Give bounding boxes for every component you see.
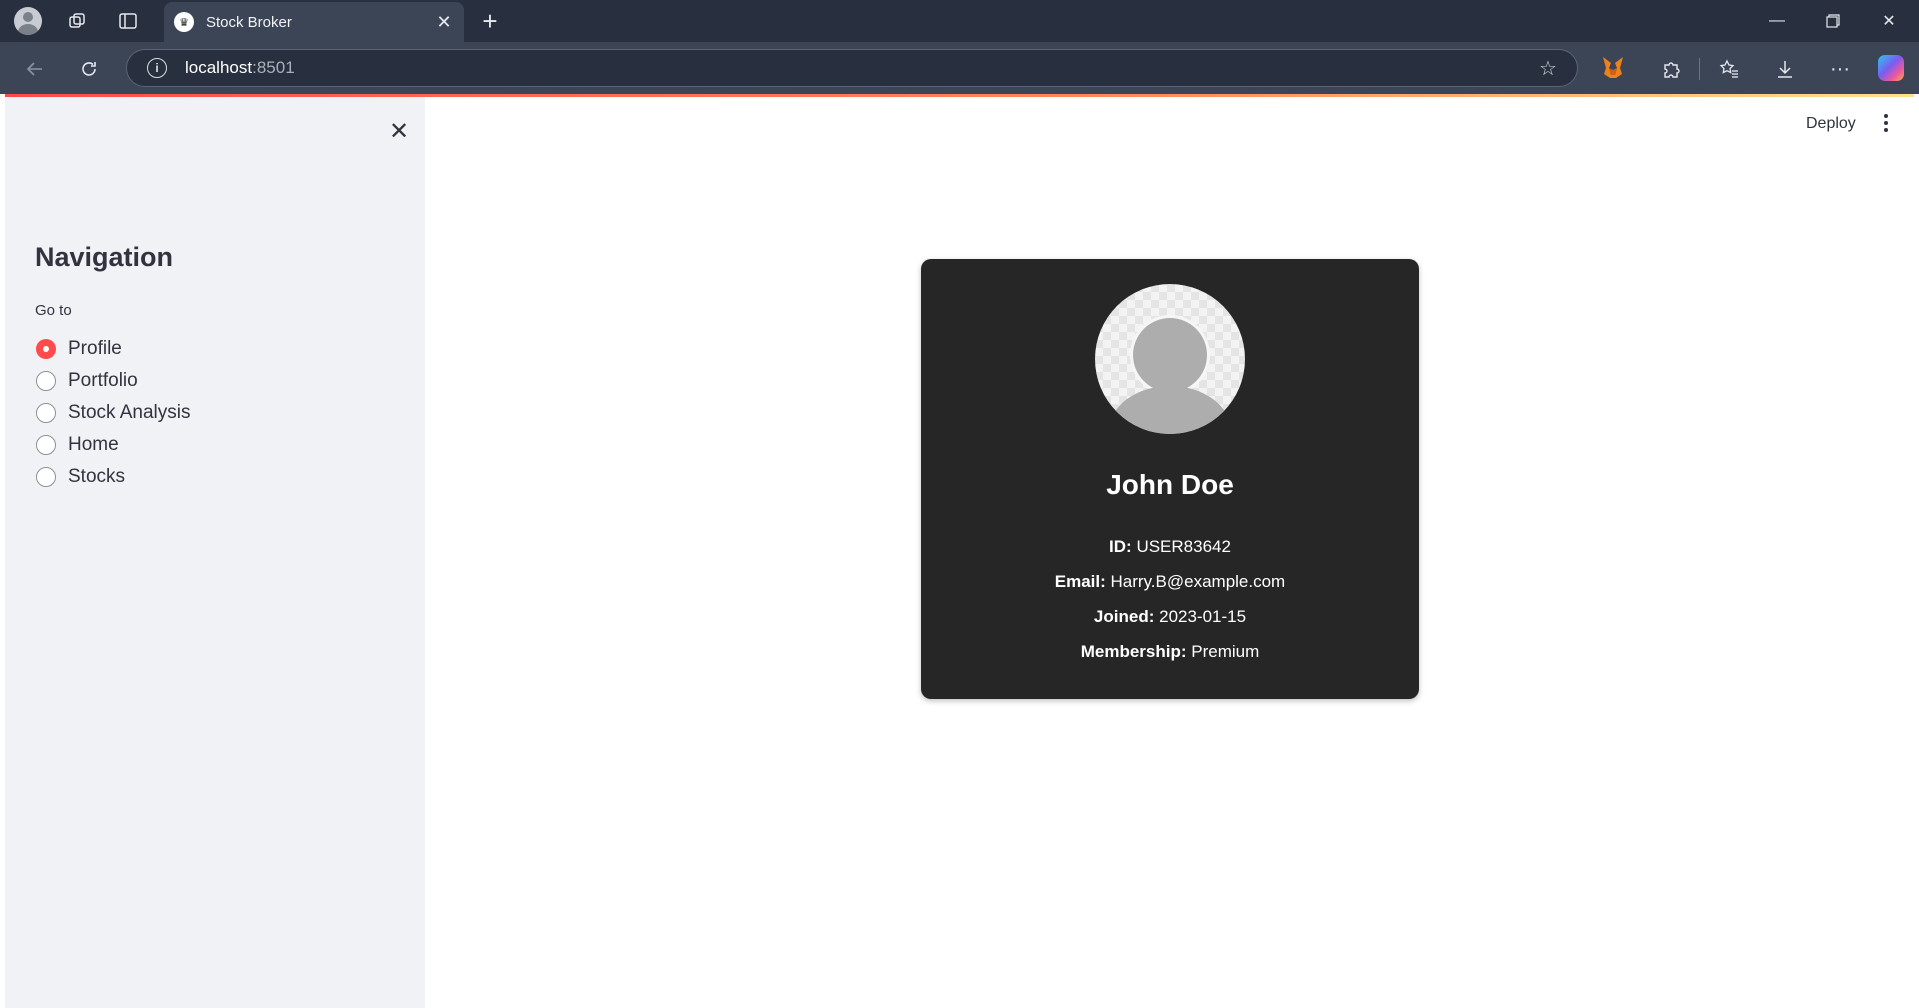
- profile-email-line: Email: Harry.B@example.com: [921, 572, 1419, 592]
- browser-tab-bar: ♛ Stock Broker ✕ + — ✕: [0, 0, 1919, 42]
- workspaces-icon[interactable]: [62, 5, 94, 37]
- email-label: Email:: [1054, 572, 1106, 591]
- vertical-tabs-icon[interactable]: [112, 5, 144, 37]
- back-arrow-icon[interactable]: [18, 52, 52, 86]
- more-options-icon[interactable]: ···: [1823, 52, 1857, 86]
- radio-label: Home: [68, 434, 119, 455]
- app-page: ✕ Navigation Go to Profile Portfolio Sto…: [5, 97, 1914, 1008]
- joined-label: Joined:: [1093, 607, 1155, 626]
- radio-label: Stock Analysis: [68, 402, 191, 423]
- profile-membership-line: Membership: Premium: [921, 642, 1419, 662]
- url-text: localhost:8501: [185, 58, 1533, 78]
- sidebar-title: Navigation: [35, 242, 174, 272]
- site-info-icon[interactable]: i: [147, 58, 167, 78]
- radio-button-selected[interactable]: [36, 339, 56, 359]
- new-tab-plus-icon[interactable]: +: [474, 6, 506, 36]
- favorites-icon[interactable]: [1712, 52, 1746, 86]
- radio-option-stock-analysis[interactable]: Stock Analysis: [36, 397, 191, 429]
- email-value: Harry.B@example.com: [1110, 572, 1286, 591]
- radio-option-portfolio[interactable]: Portfolio: [36, 365, 191, 397]
- address-bar[interactable]: i localhost:8501 ☆: [126, 49, 1578, 87]
- profile-avatar-icon[interactable]: [12, 5, 44, 37]
- radio-button[interactable]: [36, 435, 56, 455]
- reload-icon[interactable]: [72, 52, 106, 86]
- metamask-fox-icon[interactable]: [1601, 54, 1625, 80]
- radio-option-stocks[interactable]: Stocks: [36, 461, 191, 493]
- radio-button[interactable]: [36, 403, 56, 423]
- radio-option-home[interactable]: Home: [36, 429, 191, 461]
- profile-name: John Doe: [1106, 469, 1234, 500]
- downloads-icon[interactable]: [1768, 52, 1802, 86]
- copilot-icon[interactable]: [1878, 55, 1904, 81]
- toolbar-separator: [1699, 58, 1700, 80]
- streamlit-favicon-icon: ♛: [174, 12, 194, 32]
- membership-label: Membership:: [1080, 642, 1187, 661]
- radio-label: Stocks: [68, 466, 126, 487]
- active-tab[interactable]: ♛ Stock Broker ✕: [164, 2, 464, 42]
- browser-toolbar: i localhost:8501 ☆ ···: [0, 42, 1919, 94]
- profile-joined-line: Joined: 2023-01-15: [921, 607, 1419, 627]
- joined-value: 2023-01-15: [1159, 607, 1247, 626]
- url-host: localhost: [185, 58, 253, 77]
- window-close-icon[interactable]: ✕: [1861, 0, 1917, 42]
- profile-id-line: ID: USER83642: [921, 537, 1419, 557]
- id-label: ID:: [1109, 537, 1132, 556]
- restore-icon[interactable]: [1805, 0, 1861, 42]
- navigation-radio-group: Profile Portfolio Stock Analysis Home St…: [36, 333, 191, 493]
- favorite-star-icon[interactable]: ☆: [1533, 56, 1563, 81]
- deploy-button[interactable]: Deploy: [1800, 111, 1862, 137]
- id-value: USER83642: [1136, 537, 1231, 556]
- extensions-puzzle-icon[interactable]: [1654, 52, 1688, 86]
- profile-card: John Doe ID: USER83642 Email: Harry.B@ex…: [921, 259, 1419, 699]
- tab-close-icon[interactable]: ✕: [430, 8, 458, 36]
- profile-avatar-image: [1095, 284, 1245, 434]
- radio-group-label: Go to: [35, 302, 72, 319]
- radio-button[interactable]: [36, 371, 56, 391]
- membership-value: Premium: [1191, 642, 1260, 661]
- sidebar: ✕ Navigation Go to Profile Portfolio Sto…: [5, 97, 425, 1008]
- radio-label: Portfolio: [68, 370, 138, 391]
- sidebar-close-icon[interactable]: ✕: [379, 111, 419, 151]
- tab-title: Stock Broker: [206, 13, 292, 31]
- radio-label: Profile: [68, 338, 122, 359]
- radio-option-profile[interactable]: Profile: [36, 333, 191, 365]
- radio-button[interactable]: [36, 467, 56, 487]
- main-menu-kebab-icon[interactable]: [1875, 109, 1897, 137]
- minimize-icon[interactable]: —: [1749, 0, 1805, 42]
- url-port: :8501: [252, 58, 295, 77]
